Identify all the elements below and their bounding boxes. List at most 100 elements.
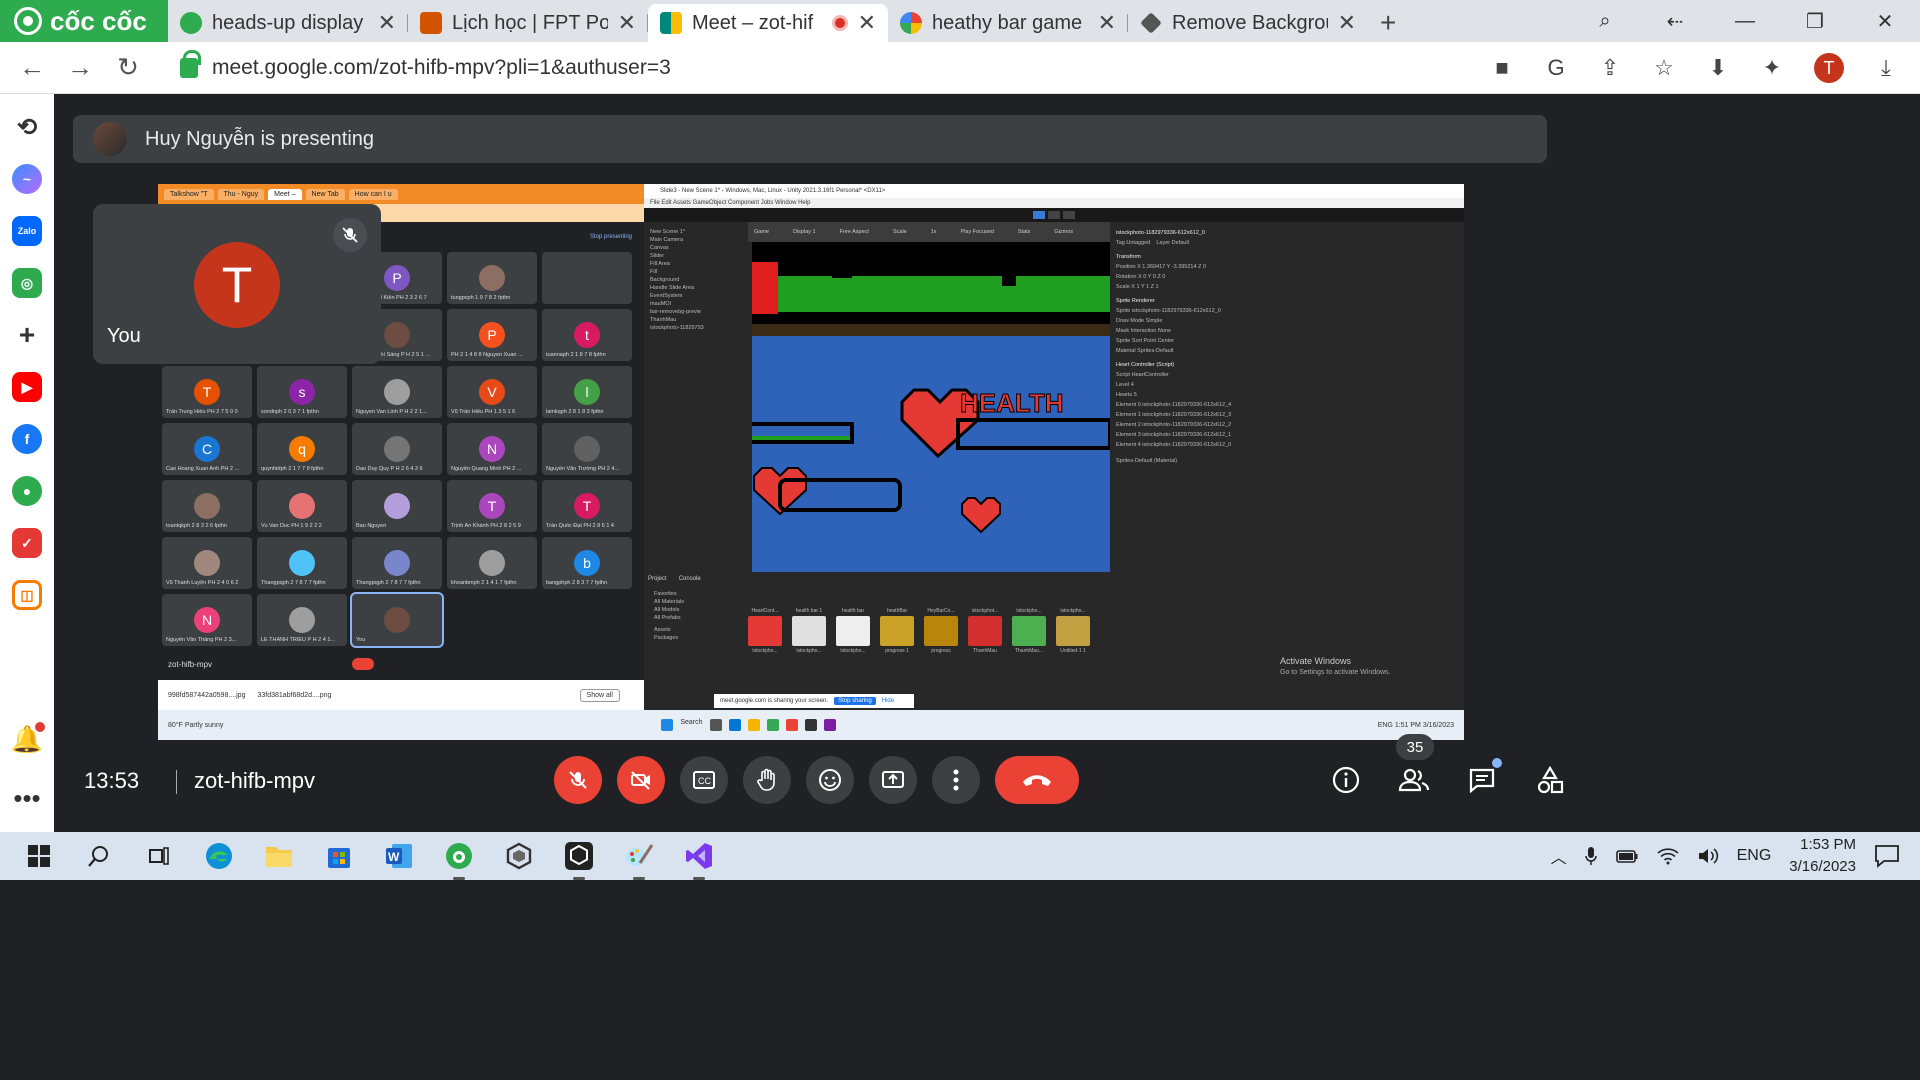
hierarchy-item: bar-removebg-previe	[650, 309, 702, 315]
asset-thumbnail	[880, 616, 914, 646]
close-window-button[interactable]: ✕	[1850, 9, 1920, 34]
volume-icon[interactable]	[1697, 847, 1719, 865]
emoji-reaction-button[interactable]	[806, 756, 854, 804]
tab-remove-background[interactable]: Remove Backgrou ✕	[1128, 4, 1368, 42]
microphone-icon[interactable]	[1584, 846, 1597, 866]
hierarchy-item: Main Camera	[650, 237, 684, 243]
microsoft-store-app[interactable]	[322, 839, 356, 873]
edge-app[interactable]	[202, 839, 236, 873]
tab-lich-hoc[interactable]: Lịch học | FPT Poly ✕	[408, 4, 648, 42]
coccoc-brand-button[interactable]: cốc cốc	[0, 0, 168, 42]
captions-button[interactable]: CC	[680, 756, 728, 804]
hierarchy-item: mauMOI	[650, 301, 672, 307]
wifi-icon[interactable]	[1657, 847, 1679, 865]
participant-name: PH 2 1 4 8 8 Nguyen Xuan ...	[451, 352, 523, 358]
participant-tile: s sondnph 2 0 3 7 1 fpthn	[257, 366, 347, 418]
hierarchy-item: New Scene 1*	[650, 229, 685, 235]
paint-app[interactable]	[622, 839, 656, 880]
share-icon[interactable]: ⇪	[1598, 55, 1622, 80]
tab-heathy-bar-game[interactable]: heathy bar game ✕	[888, 4, 1128, 42]
task-view-button[interactable]	[142, 839, 176, 873]
notification-bell-icon[interactable]: 🔔	[11, 722, 46, 755]
coccoc-app[interactable]	[442, 839, 476, 880]
zalo-icon[interactable]: Zalo	[12, 216, 42, 246]
game-controller-icon[interactable]: ◎	[12, 268, 42, 298]
self-video-tile[interactable]: T You	[93, 204, 381, 364]
close-tab-icon[interactable]: ✕	[858, 10, 876, 36]
present-screen-button[interactable]	[869, 756, 917, 804]
extensions-icon[interactable]: ✦	[1760, 55, 1784, 80]
restore-button[interactable]: ❐	[1780, 9, 1850, 34]
microphone-toggle-button[interactable]	[554, 756, 602, 804]
back-button[interactable]: ←	[8, 52, 56, 83]
people-button[interactable]: 35	[1396, 734, 1434, 798]
activities-icon	[1537, 766, 1564, 794]
leave-call-button[interactable]	[995, 756, 1079, 804]
game-scene: HEALTH	[752, 242, 1110, 534]
shopping-icon[interactable]: ◫	[12, 580, 42, 610]
new-tab-button[interactable]: +	[1368, 4, 1408, 42]
history-icon[interactable]: ⟲	[12, 112, 42, 142]
profile-avatar[interactable]: T	[1814, 52, 1844, 83]
activate-windows-title: Activate Windows	[1280, 656, 1352, 666]
more-options-button[interactable]	[932, 756, 980, 804]
activities-button[interactable]	[1532, 762, 1568, 798]
asset-thumbnail	[1056, 616, 1090, 646]
bookmark-star-icon[interactable]: ☆	[1652, 55, 1676, 80]
meeting-side-controls: 35	[1328, 734, 1568, 798]
tab-heads-up-display[interactable]: heads-up display ✕	[168, 4, 408, 42]
close-tab-icon[interactable]: ✕	[1338, 10, 1356, 36]
camera-icon[interactable]: ■	[1490, 55, 1514, 80]
shared-date: 3/16/2023	[1422, 721, 1454, 729]
download-arrow-icon[interactable]: ⬇	[1706, 55, 1730, 80]
search-tabs-icon[interactable]: ⌕	[1570, 10, 1640, 33]
minimize-button[interactable]: —	[1710, 10, 1780, 33]
windows-start-button[interactable]	[22, 839, 56, 873]
downloads-icon[interactable]: ⤓	[1874, 55, 1898, 80]
soccer-icon[interactable]: ●	[12, 476, 42, 506]
asset-name: progress	[931, 648, 951, 654]
bar-notch	[892, 264, 912, 274]
taskbar-clock[interactable]: 1:53 PM 3/16/2023	[1789, 834, 1856, 878]
file-explorer-app[interactable]	[262, 839, 296, 873]
reload-button[interactable]: ↻	[104, 52, 152, 83]
bar-notch	[832, 270, 852, 278]
favorites-item: Favorites	[654, 591, 677, 597]
presenting-text: Huy Nguyễn is presenting	[145, 127, 375, 150]
camera-toggle-button[interactable]	[617, 756, 665, 804]
unity-icon	[565, 842, 593, 870]
add-sidebar-icon[interactable]: +	[12, 319, 42, 350]
close-tab-icon[interactable]: ✕	[1098, 10, 1116, 36]
element-value: istockphoto-1182979336-612x612_2	[1142, 422, 1232, 428]
unity-hub-app[interactable]	[502, 839, 536, 873]
unity-editor-app[interactable]	[562, 839, 596, 880]
close-tab-icon[interactable]: ✕	[618, 10, 636, 36]
more-options-icon[interactable]: •••	[13, 783, 40, 814]
youtube-icon[interactable]: ▶	[12, 372, 42, 402]
word-app[interactable]: W	[382, 839, 416, 873]
tab-meet[interactable]: Meet – zot-hif ✕	[648, 4, 888, 42]
close-tab-icon[interactable]: ✕	[378, 10, 396, 36]
search-button[interactable]	[82, 839, 116, 873]
visual-studio-app[interactable]	[682, 839, 716, 880]
show-hidden-icons-chevron-icon[interactable]: ︿	[1551, 844, 1567, 868]
messenger-icon[interactable]: ~	[12, 164, 42, 194]
asset-label: istockpho...	[1060, 608, 1086, 614]
back-history-icon[interactable]: ⇠	[1640, 9, 1710, 34]
facebook-icon[interactable]: f	[12, 424, 42, 454]
battery-icon[interactable]	[1615, 847, 1639, 865]
translate-icon[interactable]: G	[1544, 55, 1568, 80]
divider	[176, 770, 177, 794]
url-field[interactable]: meet.google.com/zot-hifb-mpv?pli=1&authu…	[180, 49, 1490, 80]
asset-label: istockphot...	[971, 608, 999, 614]
checklist-icon[interactable]: ✓	[12, 528, 42, 558]
meeting-details-button[interactable]	[1328, 762, 1364, 798]
chat-button[interactable]	[1464, 758, 1502, 798]
forward-button[interactable]: →	[56, 52, 104, 83]
raise-hand-button[interactable]	[743, 756, 791, 804]
hand-icon	[757, 768, 775, 791]
call-controls: CC	[554, 756, 1079, 804]
sort-point-row: Sprite Sort Point Center	[1116, 338, 1175, 344]
notifications-icon[interactable]	[1874, 844, 1900, 868]
language-indicator[interactable]: ENG	[1737, 847, 1772, 865]
